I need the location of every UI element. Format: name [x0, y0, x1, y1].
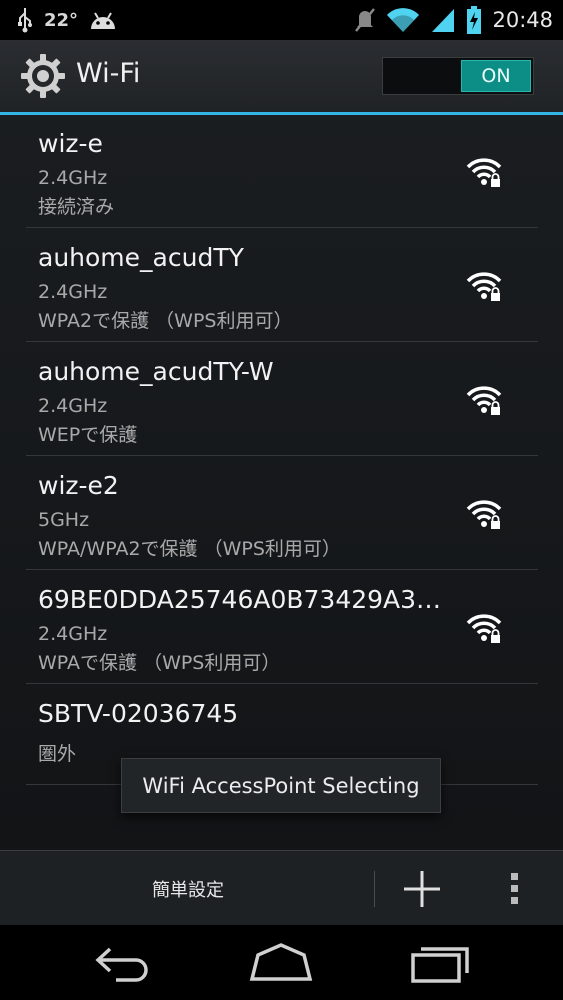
network-status: WEPで保護: [38, 424, 138, 446]
network-frequency: 2.4GHz: [38, 281, 108, 303]
wifi-lock-icon: [466, 386, 502, 415]
network-item[interactable]: wiz-e 2.4GHz 接続済み: [26, 115, 538, 228]
page-title: Wi-Fi: [76, 58, 141, 89]
temperature-text: 22°: [44, 9, 79, 31]
network-ssid: 69BE0DDA25746A0B73429A3…: [38, 585, 442, 614]
network-status: WPA/WPA2で保護 （WPS利用可）: [38, 538, 341, 560]
cell-signal-icon: [432, 9, 455, 32]
network-list: wiz-e 2.4GHz 接続済み auhome_acudTY 2.4GHz W…: [0, 115, 563, 850]
settings-gear-icon[interactable]: [20, 53, 66, 99]
wifi-lock-icon: [466, 272, 502, 301]
network-status: 圏外: [38, 743, 77, 765]
network-frequency: 2.4GHz: [38, 167, 108, 189]
wifi-lock-icon: [466, 500, 502, 529]
network-item[interactable]: auhome_acudTY-W 2.4GHz WEPで保護: [26, 343, 538, 456]
network-ssid: auhome_acudTY-W: [38, 357, 274, 386]
network-ssid: wiz-e2: [38, 471, 119, 500]
network-status: WPAで保護 （WPS利用可）: [38, 652, 281, 674]
wifi-toggle[interactable]: ON: [382, 57, 534, 95]
wifi-lock-icon: [466, 614, 502, 643]
clock-text: 20:48: [492, 8, 553, 32]
network-item[interactable]: wiz-e2 5GHz WPA/WPA2で保護 （WPS利用可）: [26, 457, 538, 570]
toast-message: WiFi AccessPoint Selecting: [121, 758, 441, 813]
back-icon[interactable]: [90, 939, 160, 985]
network-item[interactable]: 69BE0DDA25746A0B73429A3… 2.4GHz WPAで保護 （…: [26, 571, 538, 684]
usb-icon: [18, 8, 32, 33]
network-frequency: 2.4GHz: [38, 623, 108, 645]
overflow-menu-icon[interactable]: [500, 865, 530, 913]
network-status: WPA2で保護 （WPS利用可）: [38, 310, 293, 332]
home-icon[interactable]: [246, 939, 316, 985]
action-bar: Wi-Fi ON: [0, 40, 563, 115]
network-frequency: 2.4GHz: [38, 395, 108, 417]
easy-setup-button[interactable]: 簡単設定: [120, 851, 256, 926]
wifi-toggle-knob[interactable]: ON: [461, 60, 531, 92]
recent-apps-icon[interactable]: [405, 939, 475, 985]
add-network-icon[interactable]: [398, 865, 446, 913]
divider: [374, 871, 375, 907]
mute-icon: [355, 8, 376, 32]
navigation-bar: [0, 925, 563, 1000]
network-ssid: SBTV-02036745: [38, 699, 239, 728]
battery-charging-icon: [467, 6, 482, 34]
network-status: 接続済み: [38, 196, 115, 218]
bottom-action-bar: 簡単設定: [0, 850, 563, 925]
status-bar: 22° 20:48: [0, 0, 563, 40]
network-ssid: auhome_acudTY: [38, 243, 244, 272]
wifi-lock-icon: [466, 158, 502, 187]
network-frequency: 5GHz: [38, 509, 90, 531]
network-item[interactable]: auhome_acudTY 2.4GHz WPA2で保護 （WPS利用可）: [26, 229, 538, 342]
wifi-signal-icon: [387, 8, 420, 32]
network-ssid: wiz-e: [38, 129, 103, 158]
android-icon: [91, 12, 116, 29]
